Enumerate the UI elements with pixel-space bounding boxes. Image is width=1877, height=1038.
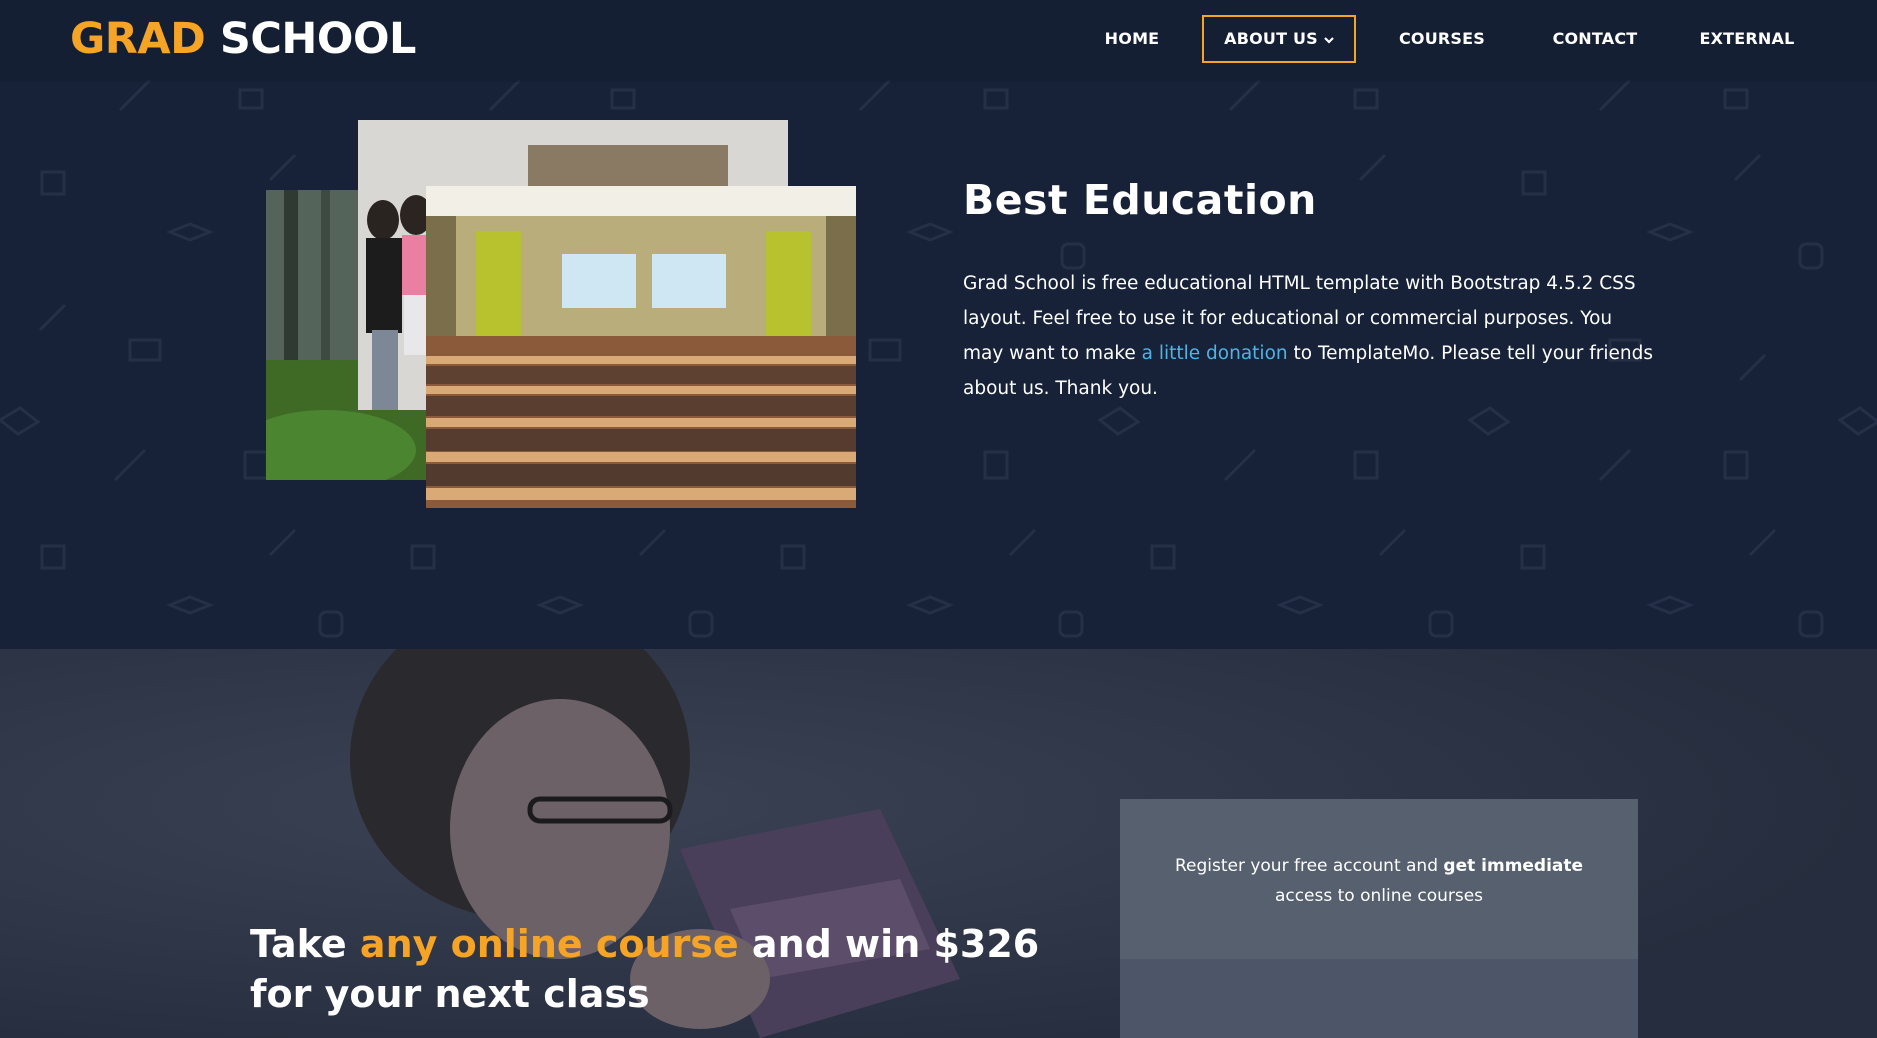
cube-icon bbox=[1521, 170, 1547, 196]
register-card-header: Register your free account and get immed… bbox=[1120, 799, 1638, 959]
bag-icon bbox=[688, 610, 714, 638]
book-icon bbox=[610, 88, 636, 110]
nav-about-us[interactable]: ABOUT US bbox=[1202, 15, 1356, 63]
cube-icon bbox=[1520, 544, 1546, 570]
register-text-bold: get immediate bbox=[1443, 856, 1584, 876]
book-icon bbox=[1467, 406, 1511, 436]
cap-icon bbox=[905, 595, 955, 615]
book-icon bbox=[1837, 406, 1877, 436]
promo-text-3: for your next class bbox=[250, 972, 650, 1016]
calendar-icon bbox=[1353, 450, 1379, 480]
site-logo[interactable]: GRAD SCHOOL bbox=[70, 12, 416, 66]
pencil-icon bbox=[1598, 448, 1632, 482]
book-icon bbox=[1097, 406, 1141, 436]
promo-text-1: Take bbox=[250, 922, 360, 966]
bag-icon bbox=[1060, 242, 1086, 270]
bag-icon bbox=[318, 610, 344, 638]
pencil-icon bbox=[1378, 528, 1407, 557]
about-section: GRAD SCHOOL HOME ABOUT US COURSES CONTAC… bbox=[0, 0, 1877, 649]
pencil-icon bbox=[488, 78, 522, 112]
pencil-icon bbox=[1598, 78, 1632, 112]
nav-courses[interactable]: COURSES bbox=[1382, 15, 1502, 63]
register-card: Register your free account and get immed… bbox=[1120, 799, 1638, 1038]
nav-home[interactable]: HOME bbox=[1077, 15, 1187, 63]
cube-icon bbox=[410, 544, 436, 570]
logo-grad: GRAD bbox=[70, 14, 206, 64]
cap-icon bbox=[1645, 595, 1695, 615]
register-text: Register your free account and get immed… bbox=[1160, 851, 1598, 911]
page: GRAD SCHOOL HOME ABOUT US COURSES CONTAC… bbox=[0, 0, 1877, 1038]
lecture-hall-image bbox=[426, 186, 856, 508]
calendar-icon bbox=[983, 450, 1009, 480]
calendar-icon bbox=[1723, 450, 1749, 480]
pencil-icon bbox=[1228, 78, 1262, 112]
board-icon bbox=[868, 338, 902, 362]
cap-icon bbox=[1645, 222, 1695, 242]
pencil-icon bbox=[1748, 528, 1777, 557]
book-icon bbox=[1723, 88, 1749, 110]
nav-contact[interactable]: CONTACT bbox=[1535, 15, 1655, 63]
pencil-icon bbox=[268, 528, 297, 557]
promo-heading: Take any online course and win $326 for … bbox=[250, 919, 1150, 1019]
about-paragraph: Grad School is free educational HTML tem… bbox=[963, 266, 1653, 406]
book-icon bbox=[983, 88, 1009, 110]
book-icon bbox=[0, 406, 41, 436]
register-text-after: access to online courses bbox=[1274, 886, 1484, 906]
cap-icon bbox=[905, 222, 955, 242]
pencil-icon bbox=[1733, 153, 1762, 182]
pencil-icon bbox=[1738, 353, 1767, 382]
pencil-icon bbox=[858, 78, 892, 112]
promo-highlight: any online course bbox=[359, 922, 739, 966]
promo-section: Take any online course and win $326 for … bbox=[0, 649, 1877, 1038]
pencil-icon bbox=[1223, 448, 1257, 482]
cap-icon bbox=[165, 595, 215, 615]
bag-icon bbox=[1798, 610, 1824, 638]
register-text-before: Register your free account and bbox=[1174, 856, 1444, 876]
pencil-icon bbox=[268, 153, 297, 182]
pencil-icon bbox=[113, 448, 147, 482]
bag-icon bbox=[1428, 610, 1454, 638]
calendar-icon bbox=[243, 450, 269, 480]
about-title: Best Education bbox=[963, 176, 1317, 224]
bag-icon bbox=[1798, 242, 1824, 270]
cap-icon bbox=[1275, 595, 1325, 615]
bag-icon bbox=[1058, 610, 1084, 638]
cube-icon bbox=[1150, 544, 1176, 570]
promo-text-2: and win $326 bbox=[738, 922, 1040, 966]
book-icon bbox=[238, 88, 264, 110]
nav-about-us-label: ABOUT US bbox=[1224, 29, 1318, 48]
lecture-hall-illustration bbox=[426, 186, 856, 508]
book-icon bbox=[1353, 88, 1379, 110]
pencil-icon bbox=[118, 78, 152, 112]
pencil-icon bbox=[638, 528, 667, 557]
donation-link[interactable]: a little donation bbox=[1142, 343, 1288, 364]
board-icon bbox=[128, 338, 162, 362]
cap-icon bbox=[535, 595, 585, 615]
pencil-icon bbox=[1008, 528, 1037, 557]
site-header: GRAD SCHOOL HOME ABOUT US COURSES CONTAC… bbox=[0, 0, 1877, 82]
chevron-down-icon bbox=[1324, 36, 1334, 44]
logo-school: SCHOOL bbox=[219, 14, 417, 64]
pencil-icon bbox=[1358, 153, 1387, 182]
cap-icon bbox=[165, 222, 215, 242]
pencil-icon bbox=[38, 303, 67, 332]
cube-icon bbox=[780, 544, 806, 570]
cube-icon bbox=[40, 170, 66, 196]
nav-external[interactable]: EXTERNAL bbox=[1687, 15, 1807, 63]
cube-icon bbox=[40, 544, 66, 570]
